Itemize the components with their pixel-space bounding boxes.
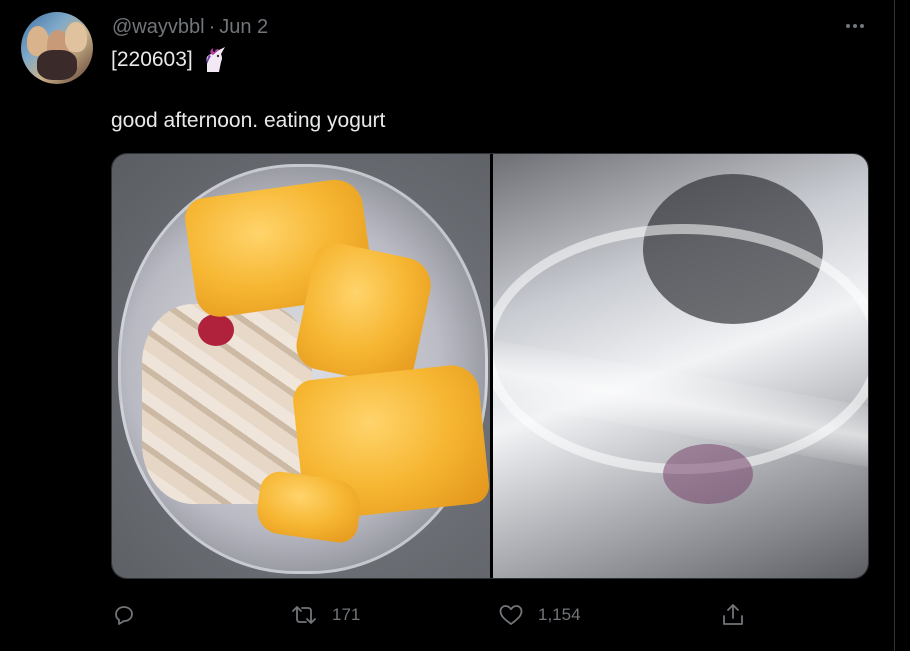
media-photo-yogurt-mango[interactable] xyxy=(112,154,490,578)
retweet-icon xyxy=(292,606,316,624)
heart-icon xyxy=(499,605,523,625)
tweet-text-line1: [220603] xyxy=(111,46,229,74)
tweet-actions: 171 1,154 xyxy=(0,598,894,632)
reply-button[interactable] xyxy=(112,598,150,632)
like-count: 1,154 xyxy=(538,605,581,624)
share-button[interactable] xyxy=(720,598,760,632)
timeline-border xyxy=(894,0,895,651)
retweet-count: 171 xyxy=(332,605,361,624)
tweet-text-date-tag: [220603] xyxy=(111,48,193,71)
more-options-icon[interactable] xyxy=(840,14,870,38)
header-separator: · xyxy=(208,15,216,38)
tweet-date[interactable]: Jun 2 xyxy=(219,16,268,39)
user-handle[interactable]: @wayvbbl xyxy=(112,16,205,39)
tweet-header: @wayvbbl · Jun 2 xyxy=(112,16,268,38)
unicorn-icon xyxy=(206,47,225,72)
avatar[interactable] xyxy=(21,12,93,84)
share-icon xyxy=(723,604,743,625)
reply-icon xyxy=(115,606,133,625)
tweet-text-line2: good afternoon. eating yogurt xyxy=(111,109,386,132)
retweet-button[interactable]: 171 xyxy=(290,598,360,632)
tweet-media-grid xyxy=(111,153,869,579)
media-photo-empty-cup[interactable] xyxy=(493,154,868,578)
like-button[interactable]: 1,154 xyxy=(498,598,581,632)
